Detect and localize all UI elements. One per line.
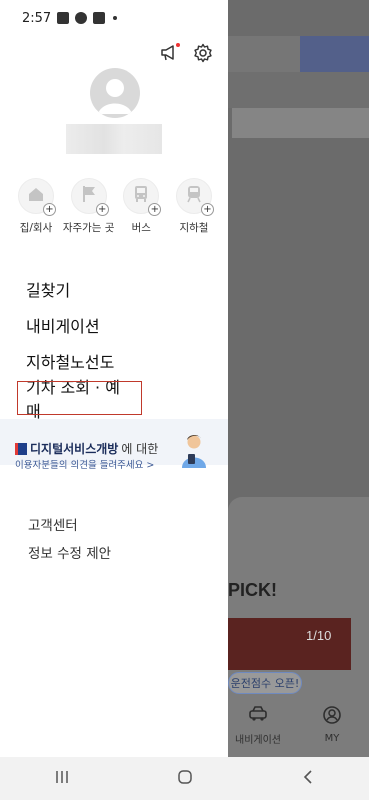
settings-button[interactable]	[192, 43, 214, 67]
blurred-map-tile	[228, 72, 369, 108]
add-icon: +	[148, 203, 162, 216]
status-bar: 2:57	[0, 0, 228, 36]
add-icon: +	[200, 203, 214, 216]
shortcut-label: 집/회사	[19, 222, 53, 234]
background-pick-text: PICK!	[228, 580, 277, 600]
menu-item-navigation[interactable]: 내비게이션	[26, 307, 141, 343]
banner-counter: 1/10	[306, 628, 332, 643]
profile-icon	[302, 706, 362, 729]
suggest-edit-link[interactable]: 정보 수정 제안	[28, 538, 111, 566]
tab-navigation-label: 내비게이션	[235, 735, 281, 746]
bus-icon	[133, 185, 149, 207]
account-icon	[75, 12, 88, 24]
shortcut-label: 자주가는 곳	[62, 222, 115, 234]
tab-my-label: MY	[324, 733, 340, 744]
gear-icon	[193, 43, 213, 67]
tab-my: MY	[302, 706, 362, 744]
recent-apps-button[interactable]	[32, 764, 92, 794]
shortcut-favorites[interactable]: + 자주가는 곳	[63, 178, 115, 235]
home-button[interactable]	[155, 764, 215, 794]
person-illustration-icon	[172, 432, 216, 468]
driving-score-chip: 운전점수 오픈!	[228, 672, 302, 694]
megaphone-icon	[160, 45, 178, 65]
system-navigation-bar	[0, 757, 369, 800]
blurred-map-tile	[300, 36, 369, 72]
shortcut-list: + 집/회사 + 자주가는 곳 + 버스 + 지하철	[10, 178, 220, 235]
flag-icon	[81, 185, 97, 207]
announcement-button[interactable]	[158, 43, 180, 66]
subway-icon	[186, 185, 202, 207]
shortcut-bus[interactable]: + 버스	[115, 178, 167, 235]
promo-title: 디지털서비스개방 에 대한	[15, 440, 158, 457]
app-notification-icon	[93, 12, 106, 24]
tab-navigation: 내비게이션	[228, 706, 288, 746]
background-banner	[228, 618, 351, 670]
back-button[interactable]	[278, 764, 338, 794]
home-icon	[27, 186, 45, 206]
promo-subtitle: 이용자분들의 의견을 들려주세요 >	[15, 460, 155, 471]
more-notifications-dot	[113, 16, 118, 20]
blurred-map-tile	[232, 108, 369, 138]
status-time: 2:57	[22, 10, 52, 26]
menu-item-train-booking[interactable]: 기차 조회 · 예매	[17, 378, 142, 421]
drawer-menu: 길찾기 내비게이션 지하철노선도 기차 조회 · 예매	[17, 271, 142, 421]
promo-brand: 디지털서비스개방	[30, 442, 119, 456]
home-circle-icon	[177, 769, 193, 789]
back-chevron-icon	[302, 769, 314, 789]
side-drawer: + 집/회사 + 자주가는 곳 + 버스 + 지하철 길찾기 내비게이션 지하철…	[0, 0, 228, 757]
blurred-map-tile	[228, 36, 300, 72]
avatar[interactable]	[90, 68, 140, 118]
add-icon: +	[95, 203, 109, 216]
recents-icon	[54, 769, 70, 788]
promo-suffix: 에 대한	[121, 442, 159, 456]
new-badge-dot	[176, 43, 180, 47]
drawer-top-actions	[158, 43, 214, 67]
service-logo-icon	[15, 442, 27, 455]
gallery-icon	[57, 12, 70, 24]
menu-item-directions[interactable]: 길찾기	[26, 271, 141, 307]
support-links: 고객센터 정보 수정 제안	[28, 510, 111, 566]
shortcut-home-work[interactable]: + 집/회사	[10, 178, 62, 235]
shortcut-subway[interactable]: + 지하철	[168, 178, 220, 235]
shortcut-label: 지하철	[179, 222, 209, 234]
shortcut-label: 버스	[131, 222, 151, 234]
customer-center-link[interactable]: 고객센터	[28, 510, 111, 538]
add-icon: +	[43, 203, 56, 216]
car-icon	[228, 706, 288, 727]
user-name-blurred	[66, 124, 162, 154]
